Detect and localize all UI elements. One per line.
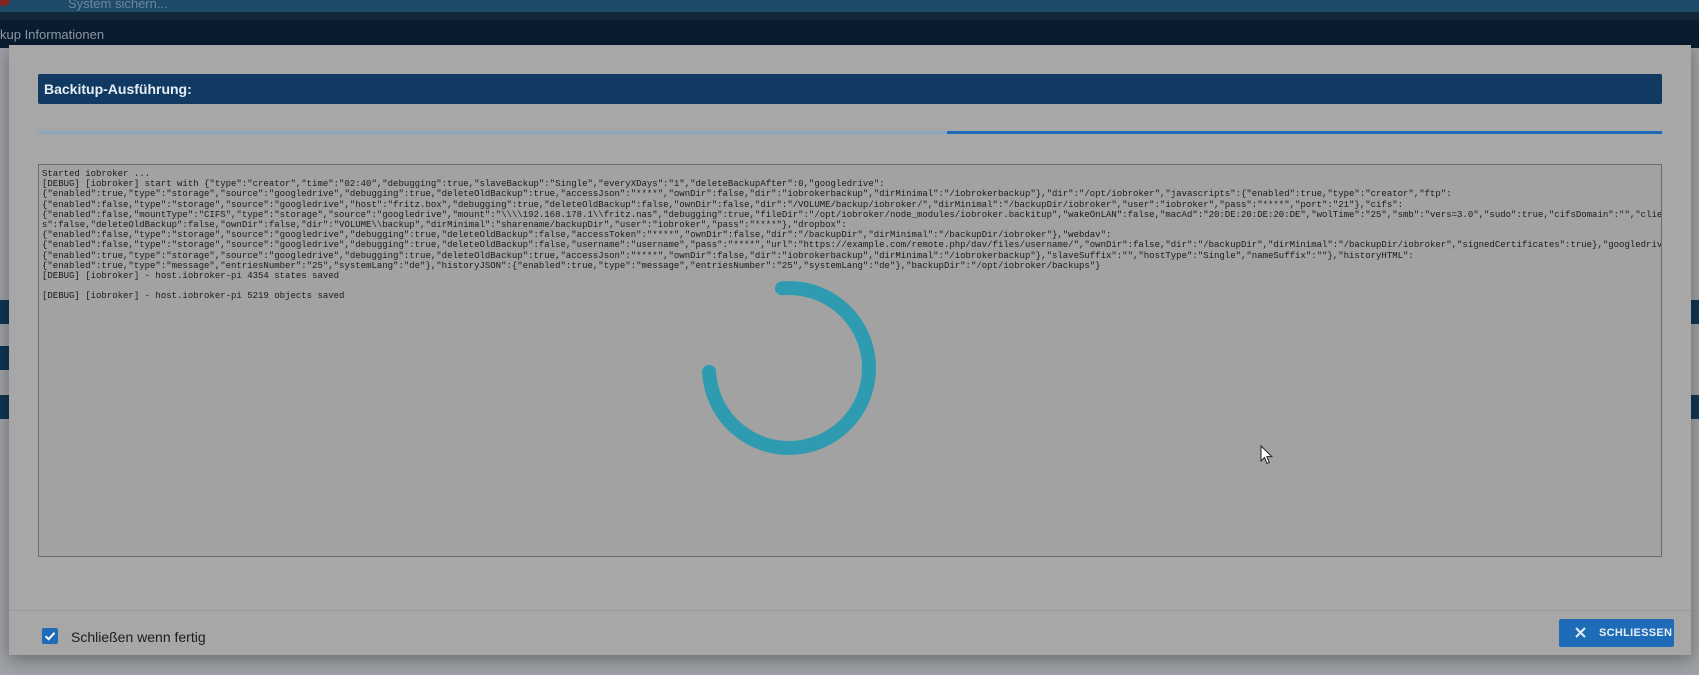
progress-bar	[38, 131, 1662, 134]
log-line: {"enabled":false,"type":"storage","sourc…	[42, 199, 1404, 210]
log-line: [DEBUG] [iobroker] start with {"type":"c…	[42, 179, 885, 190]
log-line: Started iobroker ...	[42, 169, 151, 179]
log-line: {"enabled":true,"type":"message","entrie…	[42, 260, 1101, 271]
progress-bar-fill	[947, 131, 1662, 134]
close-when-done-checkbox[interactable]	[42, 628, 58, 644]
log-line: {"enabled":true,"type":"storage","source…	[42, 189, 1452, 200]
log-line: s":false,"deleteOldBackup":false,"ownDir…	[42, 220, 847, 231]
log-line: {"enabled":false,"type":"storage","sourc…	[42, 230, 1112, 241]
mouse-cursor-icon	[1260, 445, 1274, 465]
close-button-label: SCHLIESSEN	[1599, 627, 1673, 639]
backitup-dialog: Backitup-Ausführung: Started iobroker ..…	[9, 45, 1691, 655]
checkmark-icon	[44, 632, 56, 641]
log-line: {"enabled":false,"type":"storage","sourc…	[42, 240, 1662, 251]
log-line: {"enabled":false,"mountType":"CIFS","typ…	[42, 209, 1662, 220]
close-button[interactable]: SCHLIESSEN	[1559, 619, 1674, 647]
dialog-title: Backitup-Ausführung:	[38, 74, 1662, 104]
close-icon	[1575, 627, 1586, 638]
footer-divider	[9, 610, 1691, 611]
loading-spinner-icon	[702, 281, 876, 455]
log-line: {"enabled":true,"type":"storage","source…	[42, 250, 1414, 261]
close-when-done-label[interactable]: Schließen wenn fertig	[71, 629, 206, 645]
